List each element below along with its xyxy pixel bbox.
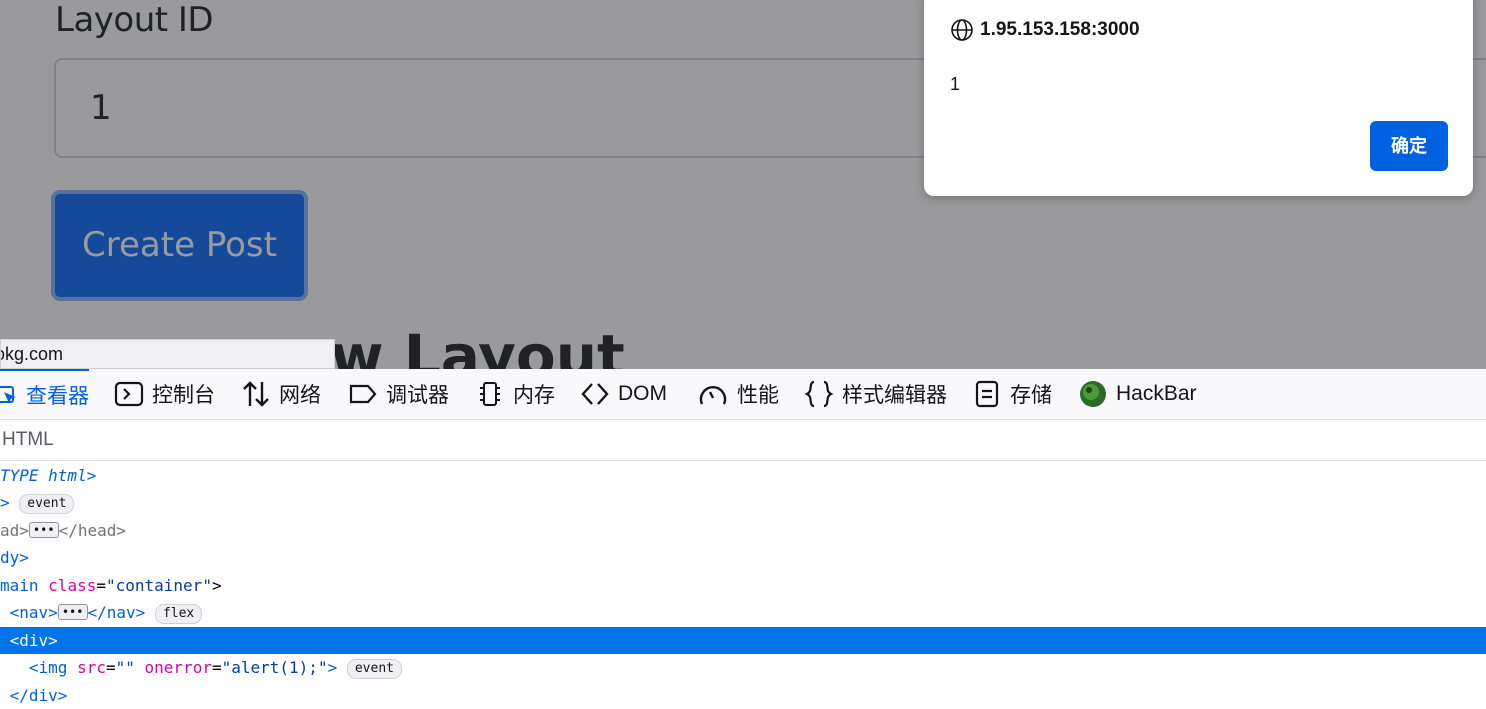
img-onerror-value: "alert(1);" [221, 658, 328, 677]
doctype-text: TYPE html> [0, 466, 97, 485]
div-close-tag: </div> [9, 686, 68, 705]
tree-line-body[interactable]: dy> [0, 544, 1486, 571]
globe-icon [951, 19, 973, 41]
style-editor-icon [804, 380, 834, 407]
tab-inspector[interactable]: 查看器 [0, 369, 89, 418]
main-tag: main [0, 576, 39, 595]
dialog-origin: 1.95.153.158:3000 [950, 18, 1140, 42]
dialog-ok-button[interactable]: 确定 [1370, 121, 1448, 171]
dialog-origin-text: 1.95.153.158:3000 [980, 19, 1140, 40]
tree-line-doctype[interactable]: TYPE html> [0, 462, 1486, 489]
img-onerror-attr: onerror [144, 658, 212, 677]
tab-label: HackBar [1116, 381, 1197, 405]
debugger-icon [349, 384, 377, 403]
tab-performance[interactable]: 性能 [697, 369, 779, 418]
tab-label: 存储 [1010, 383, 1052, 407]
devtools-panel: 查看器 控制台 网络 调试器 内存 DOM 性能 样式编辑器 存储 HackBa… [0, 369, 1486, 709]
tab-label: 网络 [279, 383, 321, 407]
head-close-tag: </head> [58, 521, 127, 540]
tree-line-div-close[interactable]: </div> [0, 682, 1486, 709]
dom-icon [581, 382, 609, 405]
tab-label: 控制台 [152, 383, 215, 407]
tree-line-img[interactable]: <img src="" onerror="alert(1);"> event [0, 654, 1486, 681]
flex-badge[interactable]: flex [154, 604, 203, 624]
main-attr-value: "container" [105, 576, 212, 595]
head-open-tag: ad> [0, 521, 29, 540]
nav-open-tag: <nav> [9, 603, 58, 622]
alert-dialog: 1.95.153.158:3000 1 确定 [924, 0, 1473, 196]
dialog-message: 1 [950, 74, 961, 94]
tree-line-main[interactable]: main class="container"> [0, 572, 1486, 599]
body-open-tag: dy> [0, 548, 29, 567]
div-open-tag: <div> [9, 631, 58, 650]
img-src-value: "" [115, 658, 135, 677]
nav-close-tag: </nav> [87, 603, 146, 622]
console-icon [114, 381, 144, 406]
network-icon [243, 380, 269, 407]
tab-label: 内存 [513, 383, 555, 407]
tab-label: 查看器 [26, 384, 89, 408]
performance-icon [699, 385, 727, 404]
inspector-icon [0, 385, 16, 404]
tab-debugger[interactable]: 调试器 [348, 369, 449, 418]
tab-hackbar[interactable]: HackBar [1078, 369, 1197, 418]
tab-label: DOM [618, 381, 667, 405]
status-bar-url: okg.com [0, 339, 335, 369]
tab-memory[interactable]: 内存 [475, 369, 555, 418]
event-badge[interactable]: event [346, 659, 402, 679]
event-badge[interactable]: event [19, 494, 75, 514]
html-open-tag: > [0, 493, 10, 512]
storage-icon [975, 380, 999, 407]
img-tag: <img [28, 658, 68, 677]
tab-style-editor[interactable]: 样式编辑器 [804, 369, 947, 418]
tab-network[interactable]: 网络 [241, 369, 321, 418]
tab-storage[interactable]: 存储 [972, 369, 1052, 418]
main-attr-name: class [48, 576, 97, 595]
expand-ellipsis-button[interactable]: ••• [28, 522, 59, 538]
tab-label: 调试器 [386, 383, 449, 407]
img-src-attr: src [77, 658, 106, 677]
tree-line-div-selected[interactable]: <div> [0, 627, 1486, 654]
tab-label: 性能 [737, 383, 779, 407]
memory-icon [480, 381, 500, 406]
hackbar-icon [1080, 380, 1106, 407]
tab-dom[interactable]: DOM [580, 369, 667, 418]
tab-label: 样式编辑器 [842, 383, 947, 407]
tab-console[interactable]: 控制台 [114, 369, 215, 418]
breadcrumb[interactable]: HTML [0, 419, 1486, 461]
expand-ellipsis-button[interactable]: ••• [57, 604, 88, 620]
tree-line-head[interactable]: ad> ••• </head> [0, 517, 1486, 544]
tree-line-nav[interactable]: <nav> ••• </nav> flex [0, 599, 1486, 626]
devtools-toolbar: 查看器 控制台 网络 调试器 内存 DOM 性能 样式编辑器 存储 HackBa… [0, 369, 1486, 420]
tree-line-html[interactable]: > event [0, 489, 1486, 516]
